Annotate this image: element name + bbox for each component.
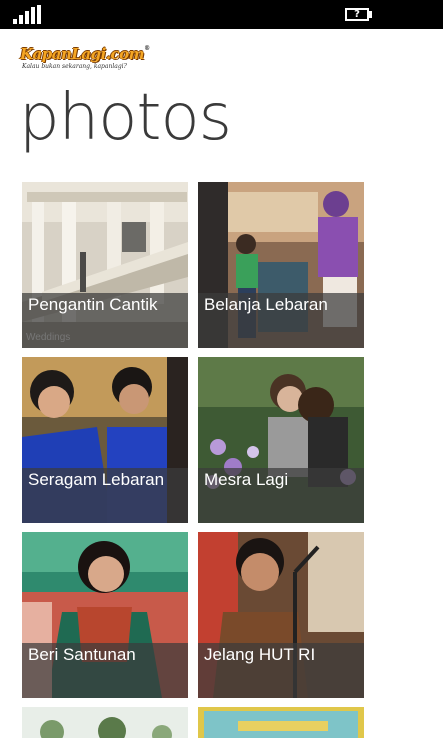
outdoor-trees-photo <box>22 707 188 738</box>
tile-sublabel: Weddings <box>26 332 71 343</box>
signal-strength-icon <box>13 5 41 24</box>
photo-tile-pengantin-cantik[interactable]: Pengantin Cantik Weddings <box>22 182 188 348</box>
kapanlagi-logo: KapanLagi.com® Kalau bukan sekarang, kap… <box>20 45 150 75</box>
status-bar: ? <box>0 0 443 29</box>
photo-tile-8[interactable] <box>198 707 364 738</box>
photo-tile-beri-santunan[interactable]: Beri Santunan <box>22 532 188 698</box>
tile-label: Beri Santunan <box>28 645 136 664</box>
tile-label: Mesra Lagi <box>204 470 289 489</box>
photo-tile-jelang-hut-ri[interactable]: Jelang HUT RI <box>198 532 364 698</box>
poster-photo <box>198 707 364 738</box>
battery-tip <box>369 11 372 18</box>
tile-label: Seragam Lebaran <box>28 470 165 489</box>
photo-tile-7[interactable] <box>22 707 188 738</box>
photo-tile-belanja-lebaran[interactable]: Belanja Lebaran <box>198 182 364 348</box>
tile-label: Pengantin Cantik <box>28 295 158 314</box>
battery-unknown-icon: ? <box>345 8 369 21</box>
logo-text: KapanLagi.com <box>20 45 145 63</box>
registered-mark: ® <box>144 45 150 52</box>
tile-label: Belanja Lebaran <box>204 295 328 314</box>
photo-tile-seragam-lebaran[interactable]: Seragam Lebaran <box>22 357 188 523</box>
photo-tile-mesra-lagi[interactable]: Mesra Lagi <box>198 357 364 523</box>
page-title: photos <box>19 81 232 155</box>
logo-tagline: Kalau bukan sekarang, kapanlagi? <box>22 63 127 70</box>
tile-label: Jelang HUT RI <box>204 645 316 664</box>
